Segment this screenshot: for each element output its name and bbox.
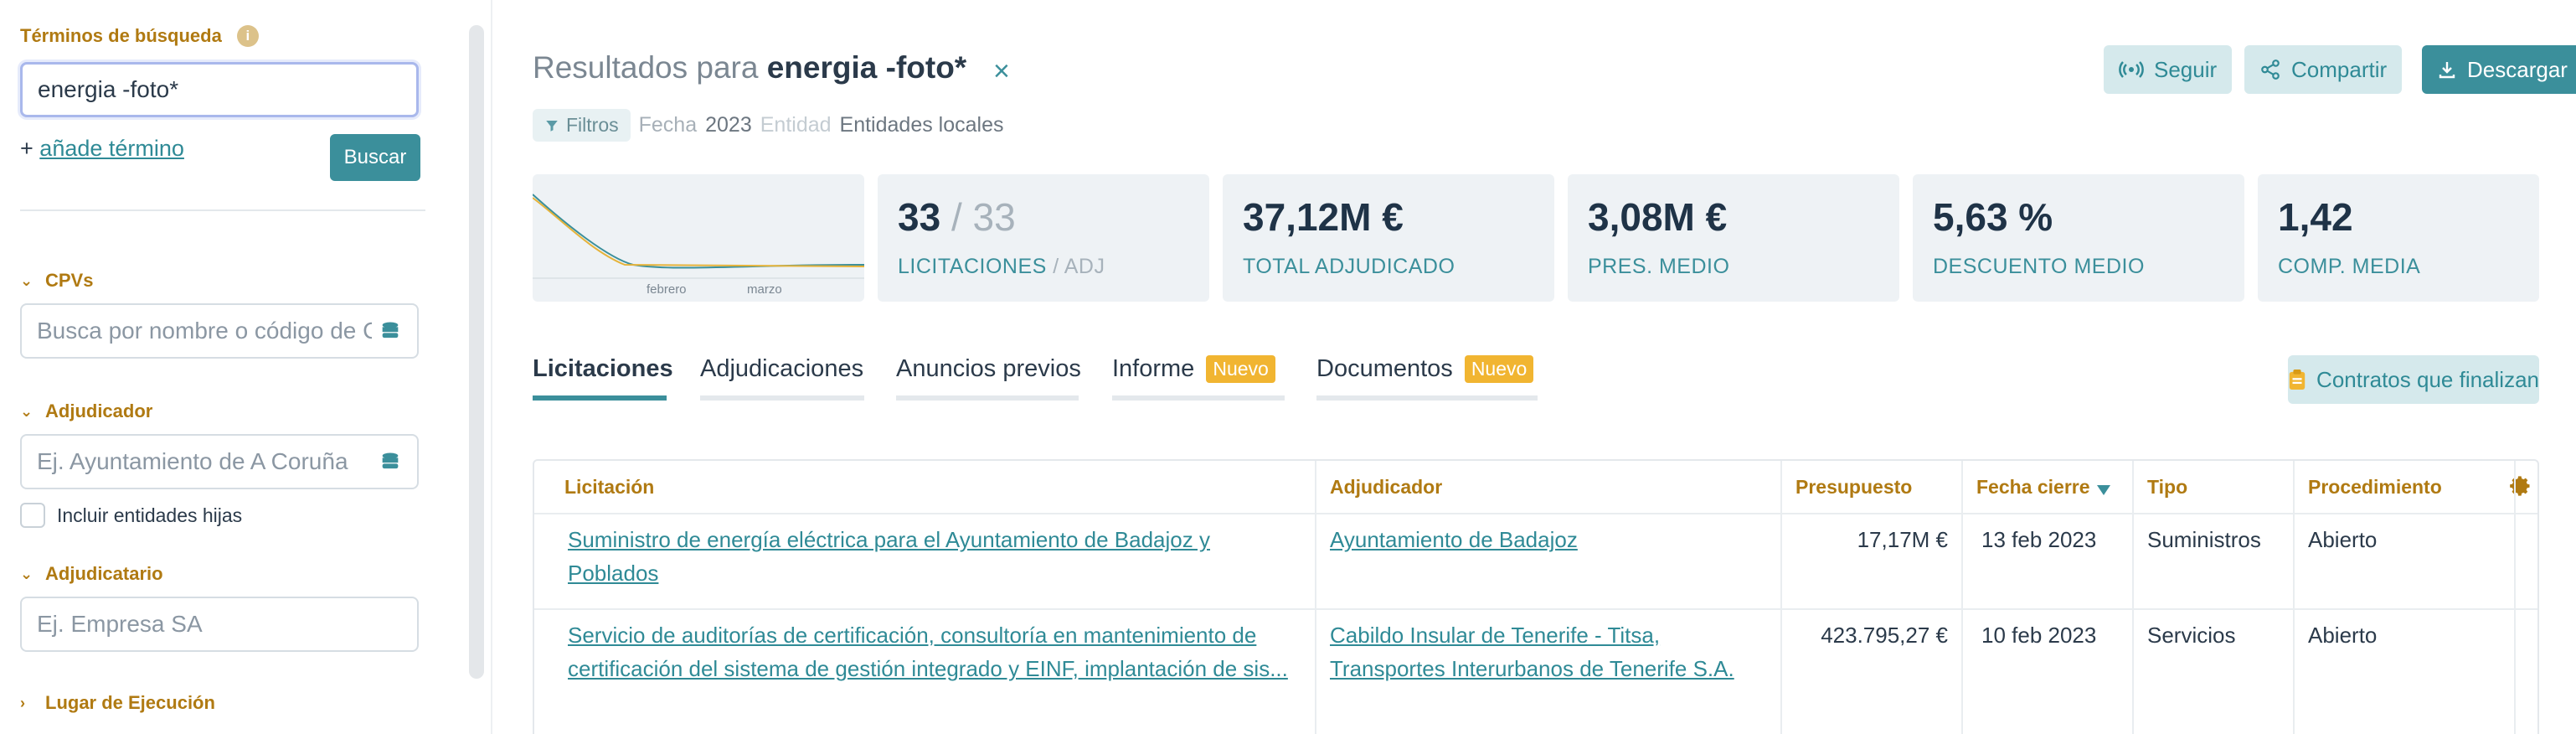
column-header-adjudicador[interactable]: Adjudicador [1330,476,1442,499]
presupuesto-value: 17,17M € [1857,527,1948,552]
filters-chip[interactable]: Filtros [533,109,631,142]
new-badge: Nuevo [1464,355,1534,383]
new-badge: Nuevo [1206,355,1275,383]
tipo-value: Suministros [2147,527,2261,552]
tab-documentos[interactable]: Documentos Nuevo [1316,355,1534,383]
search-button[interactable]: Buscar [330,134,420,181]
adjudicador-link[interactable]: Ayuntamiento de Badajoz [1330,523,1765,556]
clipboard-icon [2289,370,2306,390]
tab-underline [1316,395,1538,401]
tab-underline-active [533,395,667,401]
contracts-ending-button[interactable]: Contratos que finalizan [2288,355,2539,404]
include-children-checkbox[interactable] [20,503,45,528]
licitaciones-table: Licitación Adjudicador Presupuesto Fecha… [533,459,2539,734]
follow-button[interactable]: Seguir [2104,45,2233,94]
chevron-down-icon: ⌄ [20,565,33,582]
gear-icon[interactable] [2509,474,2532,498]
sparkline-label: marzo [747,282,782,297]
search-terms-input[interactable]: energia -foto* [20,62,419,117]
chevron-down-icon: ⌄ [20,271,33,289]
active-filters: Filtros Fecha 2023 Entidad Entidades loc… [533,109,1004,142]
divider [491,0,492,734]
info-icon[interactable]: i [236,25,259,47]
download-button[interactable]: Descargar [2422,45,2576,94]
column-header-fecha-cierre[interactable]: Fecha cierre [1976,476,2110,499]
column-divider [2293,461,2295,734]
row-divider [534,608,2537,610]
adjudicador-input[interactable]: Ej. Ayuntamiento de A Coruña [20,434,419,489]
column-divider [2132,461,2134,734]
tab-anuncios-previos[interactable]: Anuncios previos [896,355,1081,383]
filters-sidebar: Términos de búsqueda i energia -foto* + … [0,0,452,734]
licitaciones-count: 33 [898,195,941,239]
filter-icon [546,120,558,132]
chevron-down-icon: ⌄ [20,402,33,420]
presupuesto-value: 423.795,27 € [1821,623,1948,648]
lugar-section-toggle[interactable]: › Lugar de Ejecución [20,692,215,714]
database-icon[interactable] [379,450,402,473]
column-header-licitacion[interactable]: Licitación [564,476,654,499]
procedimiento-value: Abierto [2308,527,2378,552]
column-divider [1315,461,1316,734]
adjudicador-link[interactable]: Cabildo Insular de Tenerife - Titsa, Tra… [1330,618,1765,685]
descuento-medio-card: 5,63 % DESCUENTO MEDIO [1913,174,2244,302]
broadcast-icon [2119,61,2144,78]
add-term-row: + añade término [20,136,184,161]
page-title: Resultados para energia -foto* [533,50,967,85]
query-text: energia -foto* [766,50,967,85]
column-header-procedimiento[interactable]: Procedimiento [2308,476,2442,499]
licitacion-link[interactable]: Suministro de energía eléctrica para el … [568,523,1255,590]
tab-underline [896,395,1079,401]
column-divider [1780,461,1782,734]
adjudicatario-section-toggle[interactable]: ⌄ Adjudicatario [20,563,163,585]
chevron-right-icon: › [20,694,25,711]
cpvs-section-toggle[interactable]: ⌄ CPVs [20,270,93,292]
column-header-tipo[interactable]: Tipo [2147,476,2187,499]
tab-underline [700,395,864,401]
fecha-cierre-value: 13 feb 2023 [1981,527,2097,552]
tab-underline [1112,395,1285,401]
trend-sparkline: febrero marzo [532,194,865,297]
sparkline-label: febrero [647,282,687,297]
tab-licitaciones[interactable]: Licitaciones [533,355,673,383]
row-divider [534,513,2537,514]
column-divider [1961,461,1963,734]
close-icon[interactable]: × [993,55,1010,88]
column-divider [2514,461,2516,734]
tab-informe[interactable]: Informe Nuevo [1112,355,1275,383]
pres-medio-card: 3,08M € PRES. MEDIO [1568,174,1899,302]
cpvs-input[interactable]: Busca por nombre o código de CPV [20,303,419,359]
adjudicatario-input[interactable]: Ej. Empresa SA [20,597,419,652]
add-term-link[interactable]: añade término [39,136,184,161]
share-button[interactable]: Compartir [2244,45,2403,94]
adjudicador-section-toggle[interactable]: ⌄ Adjudicador [20,401,152,422]
licitaciones-stat-card: 33 / 33 LICITACIONES / ADJ [878,174,1209,302]
adj-count: / 33 [951,195,1016,239]
download-icon [2439,62,2455,79]
comp-media-card: 1,42 COMP. MEDIA [2258,174,2539,302]
sidebar-scrollbar[interactable] [469,25,484,679]
fecha-cierre-value: 10 feb 2023 [1981,623,2097,648]
include-children-row: Incluir entidades hijas [20,503,242,528]
licitacion-link[interactable]: Servicio de auditorías de certificación,… [568,618,1288,685]
trend-sparkline-card: febrero marzo [532,174,865,302]
database-icon[interactable] [379,319,402,343]
column-header-presupuesto[interactable]: Presupuesto [1795,476,1912,499]
procedimiento-value: Abierto [2308,623,2378,648]
tab-adjudicaciones[interactable]: Adjudicaciones [700,355,863,383]
total-adjudicado-card: 37,12M € TOTAL ADJUDICADO [1223,174,1554,302]
share-icon [2261,59,2280,80]
search-terms-heading: Términos de búsqueda i [20,25,259,47]
sort-desc-icon [2096,484,2110,495]
tipo-value: Servicios [2147,623,2236,648]
divider [20,209,425,211]
